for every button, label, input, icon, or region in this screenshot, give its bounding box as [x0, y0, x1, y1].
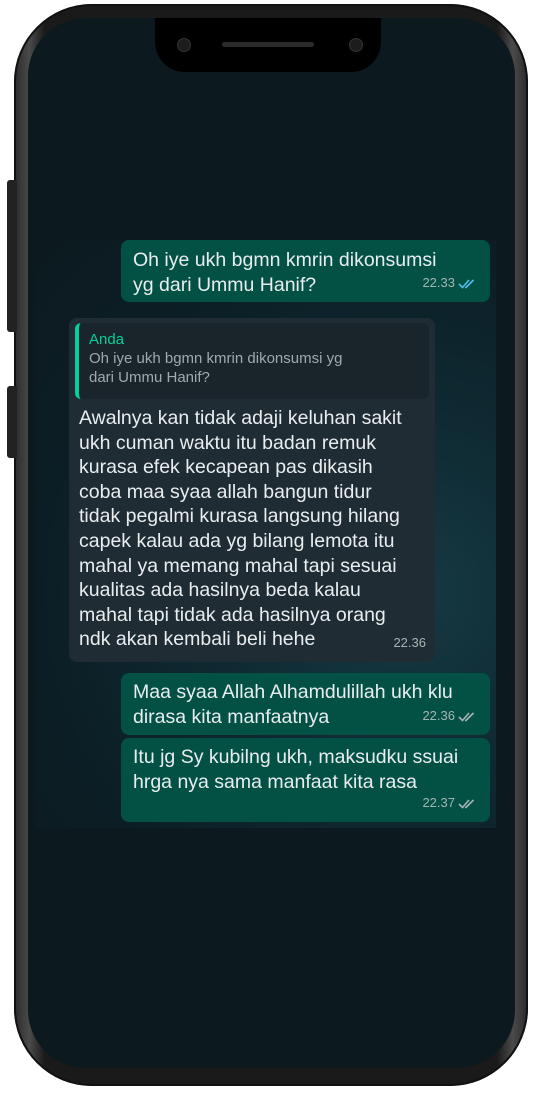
message-bubble-outgoing[interactable]: Itu jg Sy kubilng ukh, maksudku ssuai hr…: [121, 738, 490, 822]
phone-notch: [155, 18, 381, 72]
quoted-message[interactable]: Anda Oh iye ukh bgmn kmrin dikonsumsi yg…: [75, 323, 429, 399]
message-bubble-incoming[interactable]: Anda Oh iye ukh bgmn kmrin dikonsumsi yg…: [69, 318, 435, 662]
message-meta: 22.36: [393, 631, 426, 656]
message-meta: 22.33: [422, 271, 478, 296]
chat-area[interactable]: Oh iye ukh bgmn kmrin dikonsumsi yg dari…: [36, 240, 496, 828]
quote-text: Oh iye ukh bgmn kmrin dikonsumsi yg dari…: [89, 350, 343, 386]
speaker-grille: [222, 42, 314, 47]
camera-icon: [177, 38, 191, 52]
message-bubble-outgoing[interactable]: Oh iye ukh bgmn kmrin dikonsumsi yg dari…: [121, 240, 490, 302]
message-meta: 22.36: [422, 704, 478, 729]
message-meta: 22.37: [422, 791, 478, 816]
message-time: 22.37: [422, 795, 455, 811]
double-check-icon: [458, 799, 475, 809]
message-time: 22.33: [422, 275, 455, 291]
message-time: 22.36: [393, 635, 426, 651]
phone-screen: Oh iye ukh bgmn kmrin dikonsumsi yg dari…: [28, 18, 515, 1068]
side-button-lower: [7, 386, 17, 458]
double-check-icon: [458, 279, 475, 289]
quote-author: Anda: [89, 331, 125, 348]
double-check-icon: [458, 712, 475, 722]
side-button-upper: [7, 180, 17, 332]
message-text: Itu jg Sy kubilng ukh, maksudku ssuai hr…: [133, 746, 459, 793]
sensor-icon: [349, 38, 363, 52]
message-time: 22.36: [422, 708, 455, 724]
message-text: Awalnya kan tidak adaji keluhan sakit uk…: [79, 407, 402, 651]
message-bubble-outgoing[interactable]: Maa syaa Allah Alhamdulillah ukh klu dir…: [121, 673, 490, 735]
